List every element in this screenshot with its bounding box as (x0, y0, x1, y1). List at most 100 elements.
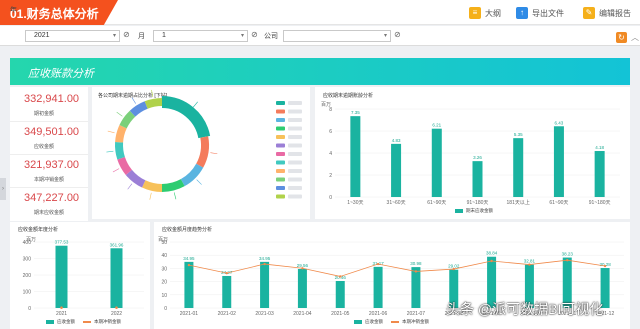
side-expand-handle[interactable]: › (0, 178, 6, 200)
company-label: 公司 (264, 33, 278, 40)
chevron-down-icon: ▾ (240, 33, 244, 39)
company-select[interactable]: ▾ (283, 30, 391, 42)
x-tick-label: 2021-06 (369, 311, 388, 317)
data-label: 361.96 (110, 242, 124, 247)
y-tick-label: 8 (329, 107, 332, 113)
y-tick-label: 6 (329, 129, 332, 135)
legend-swatch (276, 177, 285, 182)
donut-slice (161, 179, 185, 192)
month-clear-icon[interactable]: ⊘ (251, 30, 258, 39)
line-point (263, 262, 266, 266)
legend-label-placeholder (288, 126, 302, 131)
edit-report-button[interactable]: ✎ 编辑报告 (583, 4, 631, 22)
donut-slice (196, 136, 209, 168)
page-title-tab[interactable]: 01.财务总体分析 (0, 0, 118, 25)
annual-chart-panel: 应收金额年度分析 百万 0 100 200 300 400 377.53 2021 361.96… (10, 222, 150, 329)
data-label: 34.95 (183, 256, 195, 261)
data-label: 4.18 (595, 145, 604, 150)
aging-bar-chart[interactable]: 百万02468 7.351~30天4.8331~60天6.2161~90天3.26… (315, 87, 630, 219)
legend-swatch (354, 320, 362, 324)
bar (222, 275, 232, 308)
annual-bar-chart[interactable]: 百万0100200300400 377.532021361.962022 (10, 222, 150, 329)
line-point (339, 275, 342, 278)
year-clear-icon[interactable]: ⊘ (123, 30, 130, 39)
donut-slice (141, 180, 163, 192)
outline-button[interactable]: ≡ 大纲 (469, 4, 501, 22)
x-tick-label: 2022 (111, 311, 122, 317)
donut-chart[interactable] (92, 87, 310, 219)
legend-swatch (276, 109, 285, 114)
line-point (603, 264, 607, 268)
slice-leader-line (210, 152, 218, 155)
y-tick-label: 2 (329, 173, 332, 179)
donut-slice (115, 124, 127, 143)
year-select[interactable]: 2021 ▾ (25, 30, 120, 42)
legend-label-placeholder (288, 194, 302, 199)
slice-leader-line (173, 192, 177, 200)
legend-swatch (276, 126, 285, 131)
bar (260, 261, 270, 308)
month-select[interactable]: 1 ▾ (153, 30, 248, 42)
line-point (452, 267, 455, 271)
bar (594, 151, 605, 197)
outline-icon: ≡ (469, 7, 481, 19)
bar (350, 116, 361, 197)
kpi-label: 期末应收金额 (34, 210, 65, 216)
outline-label: 大纲 (485, 8, 501, 18)
donut-slice (125, 169, 146, 188)
line-point (414, 270, 418, 273)
y-tick-label: 50 (161, 240, 167, 246)
month-label: 月 (138, 33, 145, 40)
data-label: 6.21 (432, 123, 441, 128)
kpi-card-opening: 332,941.00 期初金额 (10, 89, 88, 122)
bar (431, 128, 442, 197)
legend-swatch (276, 169, 285, 173)
slice-leader-line (116, 111, 123, 117)
legend-swatch (276, 152, 285, 156)
refresh-icon[interactable]: ↻ (616, 32, 627, 43)
x-tick-label: 61~90天 (427, 200, 446, 206)
data-label: 32.81 (524, 259, 536, 264)
line-point (490, 259, 493, 263)
data-label: 5.35 (514, 132, 523, 137)
line-point (376, 262, 380, 266)
donut-slice (117, 156, 133, 175)
y-tick-label: 4 (329, 151, 332, 157)
slice-leader-line (151, 89, 154, 97)
legend-label-placeholder (288, 143, 302, 148)
y-tick-label: 20 (161, 280, 167, 286)
company-clear-icon[interactable]: ⊘ (394, 30, 401, 39)
donut-slice (144, 98, 163, 109)
kpi-label: 期初金额 (34, 111, 55, 117)
data-label: 38.23 (562, 252, 574, 257)
legend-label: 本期冲销金额 (402, 319, 429, 324)
legend-label-placeholder (288, 169, 302, 173)
export-button[interactable]: ↑ 导出文件 (516, 4, 564, 22)
bar (373, 266, 383, 308)
x-tick-label: 2021-07 (407, 311, 426, 317)
chevron-down-icon: ▾ (383, 33, 387, 39)
y-tick-label: 40 (161, 253, 167, 259)
legend-swatch (46, 320, 54, 324)
kpi-value: 349,501.00 (24, 126, 80, 138)
legend-label-placeholder (288, 160, 302, 165)
chevron-down-icon: ▾ (112, 33, 116, 39)
donut-slice (115, 142, 125, 160)
annual-legend: 应收金额 本期冲销金额 (46, 319, 121, 325)
legend-label-placeholder (288, 186, 302, 190)
section-title: 应收账款分析 (28, 68, 94, 80)
legend-label-placeholder (288, 135, 302, 139)
year-value: 2021 (34, 32, 50, 39)
x-tick-label: 91~180天 (589, 200, 611, 206)
month-value: 1 (162, 32, 166, 39)
bar (184, 261, 194, 308)
monthly-legend: 应收金额 本期冲销金额 (354, 319, 429, 325)
kpi-label: 应收金额 (34, 144, 55, 150)
legend-label: 期末应收金额 (466, 208, 493, 213)
data-label: 377.53 (55, 240, 69, 245)
kpi-label: 本期冲销金额 (34, 177, 65, 183)
collapse-icon[interactable]: ︿ (631, 32, 639, 43)
bar (513, 138, 524, 197)
kpi-value: 321,937.00 (24, 159, 80, 171)
export-icon: ↑ (516, 7, 528, 19)
